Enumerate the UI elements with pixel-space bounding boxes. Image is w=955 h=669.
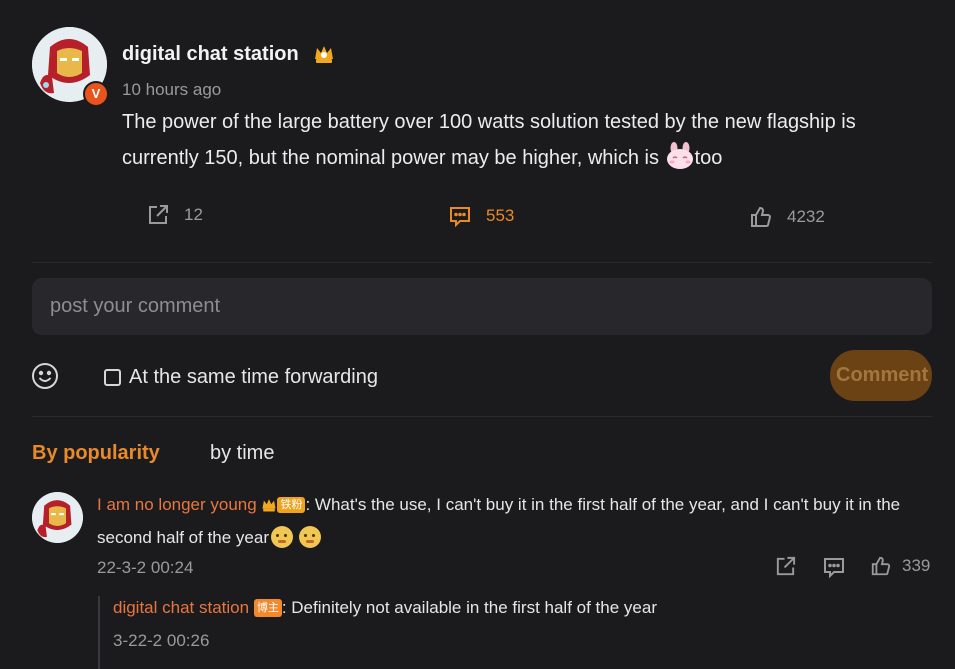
comment-body: I am no longer young 铁粉: What's the use,… <box>97 490 937 553</box>
comment-share-icon[interactable] <box>774 555 797 583</box>
comment-reply-icon[interactable] <box>822 555 846 584</box>
checkbox-box[interactable] <box>104 369 121 386</box>
comment-timestamp: 22-3-2 00:24 <box>97 558 194 577</box>
comment-submit-button[interactable]: Comment <box>830 350 932 401</box>
reply-text: : Definitely not available in the first … <box>281 598 657 617</box>
forward-label: At the same time forwarding <box>129 366 378 388</box>
comment-icon <box>450 207 470 228</box>
share-button[interactable]: 12 <box>146 203 203 227</box>
crown-icon <box>313 43 335 70</box>
crown-icon <box>261 493 277 523</box>
divider <box>32 416 932 417</box>
fan-badge: 铁粉 <box>277 497 306 513</box>
thumbs-up-icon <box>871 556 891 576</box>
commenter-avatar[interactable] <box>32 492 83 543</box>
doge-emoji-icon <box>271 526 294 548</box>
comment-count-button[interactable]: 553 <box>448 204 514 228</box>
share-count: 12 <box>184 205 203 224</box>
thumbs-up-icon <box>751 206 772 227</box>
commenter-name[interactable]: I am no longer young <box>97 495 257 514</box>
like-button[interactable]: 4232 <box>749 205 825 229</box>
host-badge: 博主 <box>253 599 282 617</box>
emoji-picker-icon[interactable] <box>31 362 59 395</box>
verified-badge: V <box>83 81 109 107</box>
post-text: The power of the large battery over 100 … <box>122 104 922 182</box>
share-icon <box>149 205 168 224</box>
divider <box>32 262 932 263</box>
comment-input[interactable] <box>32 278 932 335</box>
author-name[interactable]: digital chat station <box>122 43 299 66</box>
ironman-avatar-icon <box>32 492 83 543</box>
tab-by-time[interactable]: by time <box>210 442 274 465</box>
comment-count: 553 <box>486 206 515 225</box>
bunny-emoji-icon <box>665 142 695 182</box>
reply-author-name[interactable]: digital chat station <box>113 598 249 617</box>
reply-thread-line <box>98 596 100 669</box>
forward-checkbox[interactable]: At the same time forwarding <box>104 366 378 389</box>
doge-emoji-icon <box>299 526 322 548</box>
comment-like-button[interactable]: 339 <box>870 555 930 577</box>
comment-like-count: 339 <box>902 556 931 575</box>
reply-body: digital chat station 博主: Definitely not … <box>113 593 913 623</box>
tab-by-popularity[interactable]: By popularity <box>32 442 160 465</box>
reply-timestamp: 3-22-2 00:26 <box>113 631 210 650</box>
post-timestamp: 10 hours ago <box>122 80 222 99</box>
like-count: 4232 <box>787 207 825 226</box>
